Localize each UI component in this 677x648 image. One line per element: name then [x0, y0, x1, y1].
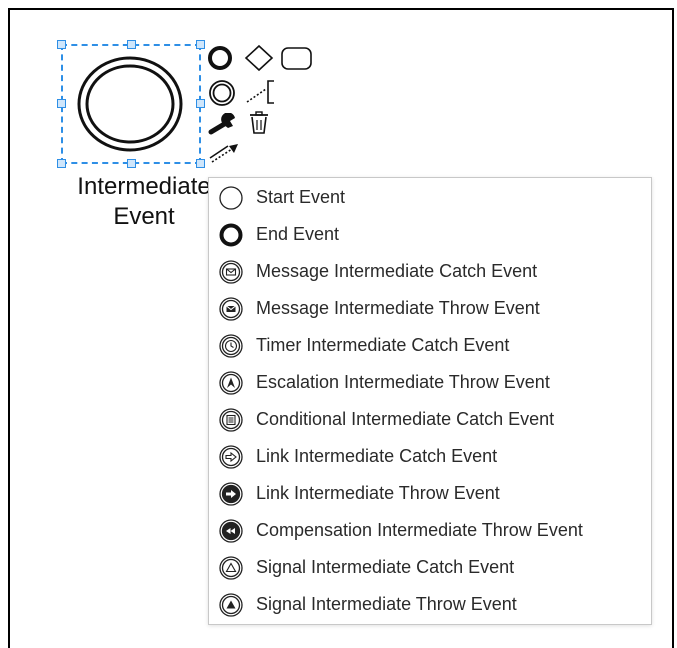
menu-item-signal-intermediate-throw-event[interactable]: Signal Intermediate Throw Event [209, 586, 651, 623]
menu-item-message-intermediate-catch-event[interactable]: Message Intermediate Catch Event [209, 253, 651, 290]
intermediate-event-tool-icon[interactable] [208, 79, 238, 107]
menu-item-signal-intermediate-catch-event[interactable]: Signal Intermediate Catch Event [209, 549, 651, 586]
menu-item-escalation-intermediate-throw-event[interactable]: Escalation Intermediate Throw Event [209, 364, 651, 401]
menu-item-message-intermediate-throw-event[interactable]: Message Intermediate Throw Event [209, 290, 651, 327]
link-throw-icon [219, 481, 243, 506]
menu-item-label: Timer Intermediate Catch Event [256, 335, 510, 355]
text-annotation-tool-icon[interactable] [244, 78, 278, 106]
signal-catch-icon [219, 555, 243, 580]
menu-item-timer-intermediate-catch-event[interactable]: Timer Intermediate Catch Event [209, 327, 651, 364]
end-event-icon [219, 223, 243, 246]
resize-handle-bottom-left[interactable] [57, 159, 66, 168]
task-tool-icon[interactable] [280, 46, 314, 72]
message-throw-icon [219, 296, 243, 321]
menu-item-label: Message Intermediate Throw Event [256, 298, 540, 318]
menu-item-conditional-intermediate-catch-event[interactable]: Conditional Intermediate Catch Event [209, 401, 651, 438]
link-catch-icon [219, 444, 243, 469]
menu-item-label: Escalation Intermediate Throw Event [256, 372, 550, 392]
resize-handle-middle-left[interactable] [57, 99, 66, 108]
signal-throw-icon [219, 592, 243, 617]
intermediate-event-shape[interactable] [76, 55, 184, 153]
escalation-throw-icon [219, 370, 243, 395]
change-type-wrench-icon[interactable] [208, 113, 240, 137]
menu-item-label: Link Intermediate Catch Event [256, 446, 498, 466]
resize-handle-middle-right[interactable] [196, 99, 205, 108]
replace-menu: Start Event End Event Message Intermedia… [208, 177, 652, 625]
resize-handle-top-middle[interactable] [127, 40, 136, 49]
end-event-tool-icon[interactable] [207, 45, 235, 71]
menu-item-label: Compensation Intermediate Throw Event [256, 520, 583, 540]
menu-item-link-intermediate-throw-event[interactable]: Link Intermediate Throw Event [209, 475, 651, 512]
conditional-catch-icon [219, 407, 243, 432]
timer-catch-icon [219, 333, 243, 358]
resize-handle-top-left[interactable] [57, 40, 66, 49]
start-event-icon [219, 185, 243, 210]
gateway-tool-icon[interactable] [244, 44, 274, 72]
resize-handle-top-right[interactable] [196, 40, 205, 49]
menu-item-label: End Event [256, 224, 340, 244]
menu-item-label: Signal Intermediate Catch Event [256, 557, 515, 577]
resize-handle-bottom-middle[interactable] [127, 159, 136, 168]
menu-item-link-intermediate-catch-event[interactable]: Link Intermediate Catch Event [209, 438, 651, 475]
menu-item-label: Signal Intermediate Throw Event [256, 594, 517, 614]
menu-item-compensation-intermediate-throw-event[interactable]: Compensation Intermediate Throw Event [209, 512, 651, 549]
menu-item-start-event[interactable]: Start Event [209, 179, 651, 216]
menu-item-label: Start Event [256, 187, 346, 207]
resize-handle-bottom-right[interactable] [196, 159, 205, 168]
connect-arrow-icon[interactable] [208, 140, 242, 166]
menu-item-label: Conditional Intermediate Catch Event [256, 409, 555, 429]
compensation-throw-icon [219, 518, 243, 543]
menu-item-label: Link Intermediate Throw Event [256, 483, 500, 503]
message-catch-icon [219, 259, 243, 284]
delete-trash-icon[interactable] [247, 110, 273, 136]
menu-item-label: Message Intermediate Catch Event [256, 261, 538, 281]
menu-item-end-event[interactable]: End Event [209, 216, 651, 253]
